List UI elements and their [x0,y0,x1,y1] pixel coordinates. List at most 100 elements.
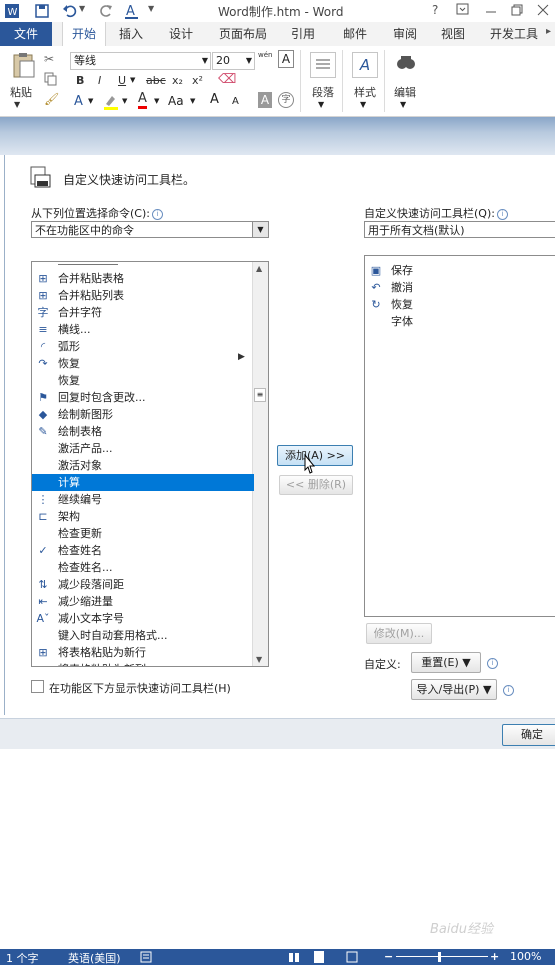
styles-label[interactable]: 样式 [354,84,376,100]
command-list-item[interactable]: 检查更新 [32,525,254,542]
command-list-item[interactable]: Aˇ 减小文本字号 [32,610,254,627]
web-layout-icon[interactable] [346,951,358,963]
command-list-item[interactable]: ✓ 检查姓名 [32,542,254,559]
ribbon-display-icon[interactable] [456,2,470,16]
paragraph-label[interactable]: 段落 [312,84,334,100]
underline-dropdown-icon[interactable]: ▼ [130,76,135,84]
macro-icon[interactable] [140,951,152,963]
command-list-item[interactable]: ⋮ 继续编号 [32,491,254,508]
command-list-item[interactable]: ↷ 恢复 [32,355,254,372]
command-list-item[interactable]: 激活产品... [32,440,254,457]
command-list-item[interactable]: ⊞ 将表格粘贴为新行 [32,644,254,661]
customize-qat-dropdown[interactable]: 用于所有文档(默认) [364,221,555,238]
qat-list-item[interactable]: 字体 [365,313,555,330]
font-name-dropdown-icon[interactable]: ▼ [202,53,208,69]
tab-insert[interactable]: 插入 [110,22,152,46]
paragraph-dropdown-icon[interactable]: ▼ [318,100,324,109]
change-case-dropdown-icon[interactable]: ▼ [190,97,195,105]
choose-commands-dropdown[interactable]: 不在功能区中的命令 ▼ [31,221,269,238]
font-name-combo[interactable]: 等线 ▼ [70,52,211,70]
tab-references[interactable]: 引用 [282,22,324,46]
scroll-thumb[interactable]: ≡ [254,388,266,402]
character-border-icon[interactable]: A [278,50,294,68]
font-size-dropdown-icon[interactable]: ▼ [246,53,252,69]
word-count[interactable]: 1 个字 [6,950,39,966]
enclose-characters-icon[interactable]: 字 [278,92,294,108]
restore-icon[interactable] [510,3,524,17]
command-list-item[interactable]: 计算 [32,474,254,491]
command-list-item[interactable]: 检查姓名... [32,559,254,576]
shrink-font-icon[interactable]: A [232,96,239,107]
command-list-item[interactable]: ⊞ 将表格粘贴为新列 [32,661,254,666]
subscript-button[interactable]: x₂ [172,74,183,87]
editing-label[interactable]: 编辑 [394,84,416,100]
zoom-out-button[interactable]: − [384,950,393,963]
qat-list-item[interactable]: ↶ 撤消 [365,279,555,296]
modify-button[interactable]: 修改(M)... [366,623,432,644]
tab-mailings[interactable]: 邮件 [334,22,376,46]
bold-button[interactable]: B [76,74,84,87]
command-list-item[interactable]: ⊞ 合并粘贴列表 [32,287,254,304]
command-list-item[interactable]: ⇤ 减少缩进量 [32,593,254,610]
undo-icon[interactable] [62,3,78,19]
paste-label[interactable]: 粘贴 [10,84,32,100]
text-effects-dropdown-icon[interactable]: ▼ [88,97,93,105]
character-shading-icon[interactable]: A [258,92,272,108]
editing-dropdown-icon[interactable]: ▼ [400,100,406,109]
underline-button[interactable]: U [118,74,126,87]
superscript-button[interactable]: x² [192,74,203,87]
command-list-item[interactable]: ◆ 绘制新图形 [32,406,254,423]
styles-dropdown-icon[interactable]: ▼ [360,100,366,109]
command-list-item[interactable]: 激活对象 [32,457,254,474]
clear-formatting-icon[interactable]: ⌫ [218,72,236,87]
tab-review[interactable]: 审阅 [384,22,426,46]
command-list-item[interactable]: ⊞ 合并粘贴表格 [32,270,254,287]
paragraph-icon[interactable] [310,52,336,78]
zoom-slider-thumb[interactable] [438,952,441,962]
zoom-in-button[interactable]: + [490,950,499,963]
qat-list-item[interactable]: ↻ 恢复 [365,296,555,313]
language-indicator[interactable]: 英语(美国) [68,950,121,966]
command-list-item[interactable]: ⚑ 回复时包含更改... [32,389,254,406]
read-mode-icon[interactable] [288,951,300,963]
scroll-up-icon[interactable]: ▲ [256,264,262,273]
copy-icon[interactable] [44,72,58,86]
commands-scrollbar[interactable]: ▲ ≡ ▼ [252,262,268,666]
grow-font-icon[interactable]: A [210,92,219,107]
text-effects-icon[interactable]: A [74,94,83,109]
help-button[interactable]: ? [432,3,438,17]
ok-button[interactable]: 确定 [502,724,555,746]
italic-button[interactable]: I [98,74,101,87]
qat-list[interactable]: ▣ 保存 ↶ 撤消 ↻ 恢复 字体 [364,255,555,617]
command-list-item[interactable]: 键入时自动套用格式... [32,627,254,644]
show-below-ribbon-label[interactable]: 在功能区下方显示快速访问工具栏(H) [49,680,231,696]
undo-dropdown-icon[interactable]: ▼ [79,4,85,13]
commands-list[interactable]: ▲ ≡ ▼ ▶ ⊞ 合并粘贴表格 ⊞ 合并粘贴列表字合并字符 ≡ 横线... ◜ 弧形 ↷ 恢复恢… [31,261,269,667]
paste-dropdown-icon[interactable]: ▼ [14,100,20,109]
tab-home[interactable]: 开始 [62,22,106,47]
redo-icon[interactable] [98,3,114,19]
tab-page-layout[interactable]: 页面布局 [212,22,274,46]
tab-file[interactable]: 文件 [0,22,52,46]
tab-developer[interactable]: 开发工具 [484,22,544,46]
highlight-icon[interactable] [102,92,120,110]
tab-view[interactable]: 视图 [432,22,474,46]
format-painter-icon[interactable]: 🖌 [44,92,59,106]
paste-icon[interactable] [10,52,38,80]
zoom-slider[interactable] [396,956,488,957]
font-icon[interactable]: A [124,3,140,19]
styles-icon[interactable]: A [352,52,378,78]
highlight-dropdown-icon[interactable]: ▼ [122,97,127,105]
save-icon[interactable] [34,3,50,19]
font-size-combo[interactable]: 20 ▼ [212,52,255,70]
command-list-item[interactable]: ◜ 弧形 [32,338,254,355]
command-list-item[interactable]: 恢复 [32,372,254,389]
command-list-item[interactable]: ⇅ 减少段落间距 [32,576,254,593]
show-below-ribbon-checkbox[interactable] [31,680,44,693]
command-list-item[interactable]: 字合并字符 [32,304,254,321]
find-icon[interactable] [394,52,418,76]
command-list-item[interactable]: ≡ 横线... [32,321,254,338]
phonetic-guide-icon[interactable]: wén [258,51,272,59]
qat-customize-icon[interactable]: ▼ [148,4,154,13]
tabs-scroll-icon[interactable]: ▸ [546,26,551,37]
